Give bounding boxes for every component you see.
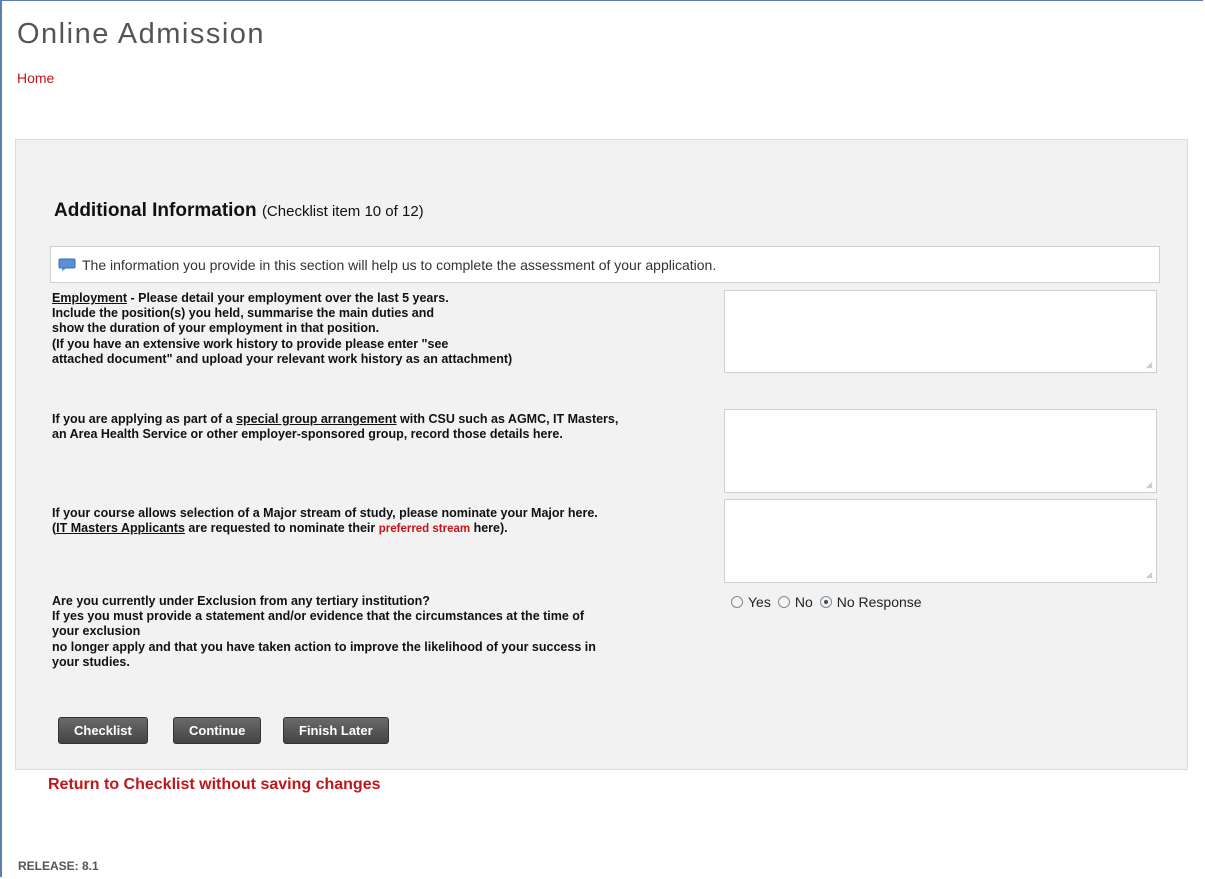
special-group-link[interactable]: special group arrangement xyxy=(236,412,396,426)
finish-later-button[interactable]: Finish Later xyxy=(283,717,389,744)
major-label: If your course allows selection of a Maj… xyxy=(52,506,598,536)
resize-grip-icon xyxy=(1146,572,1153,579)
exclusion-label: Are you currently under Exclusion from a… xyxy=(52,594,596,669)
resize-grip-icon xyxy=(1146,362,1153,369)
employment-label: Employment - Please detail your employme… xyxy=(52,291,513,366)
info-banner: The information you provide in this sect… xyxy=(50,246,1160,283)
section-heading: Additional Information xyxy=(54,200,257,221)
radio-no[interactable]: No xyxy=(777,594,813,610)
radio-button[interactable] xyxy=(777,596,790,608)
home-link[interactable]: Home xyxy=(17,70,54,86)
it-masters-applicants-link[interactable]: IT Masters Applicants xyxy=(56,521,185,535)
major-textarea[interactable] xyxy=(724,499,1157,583)
radio-button-selected[interactable] xyxy=(819,596,832,608)
radio-button[interactable] xyxy=(731,596,743,608)
special-group-textarea[interactable] xyxy=(724,409,1157,493)
speech-bubble-icon xyxy=(58,258,76,271)
checklist-progress: (Checklist item 10 of 12) xyxy=(261,203,424,220)
checklist-button[interactable]: Checklist xyxy=(58,717,148,744)
form-panel: Additional Information (Checklist item 1… xyxy=(15,139,1188,793)
continue-button[interactable]: Continue xyxy=(173,717,262,744)
radio-no-response[interactable]: No Response xyxy=(819,594,922,610)
app-title: Online Admission xyxy=(17,18,266,50)
info-text: The information you provide in this sect… xyxy=(82,256,717,273)
special-group-label: If you are applying as part of a special… xyxy=(52,412,619,442)
preferred-stream-link[interactable]: preferred stream xyxy=(379,523,470,535)
resize-grip-icon xyxy=(1146,482,1153,489)
radio-yes[interactable]: Yes xyxy=(731,594,771,610)
release-version: RELEASE: 8.1 xyxy=(18,859,99,873)
return-to-checklist-link[interactable]: Return to Checklist without saving chang… xyxy=(48,776,381,794)
section-title: Additional Information (Checklist item 1… xyxy=(54,200,424,222)
exclusion-radio-group: Yes No No Response xyxy=(731,594,929,610)
employment-textarea[interactable] xyxy=(724,290,1157,373)
employment-link[interactable]: Employment xyxy=(52,291,127,305)
